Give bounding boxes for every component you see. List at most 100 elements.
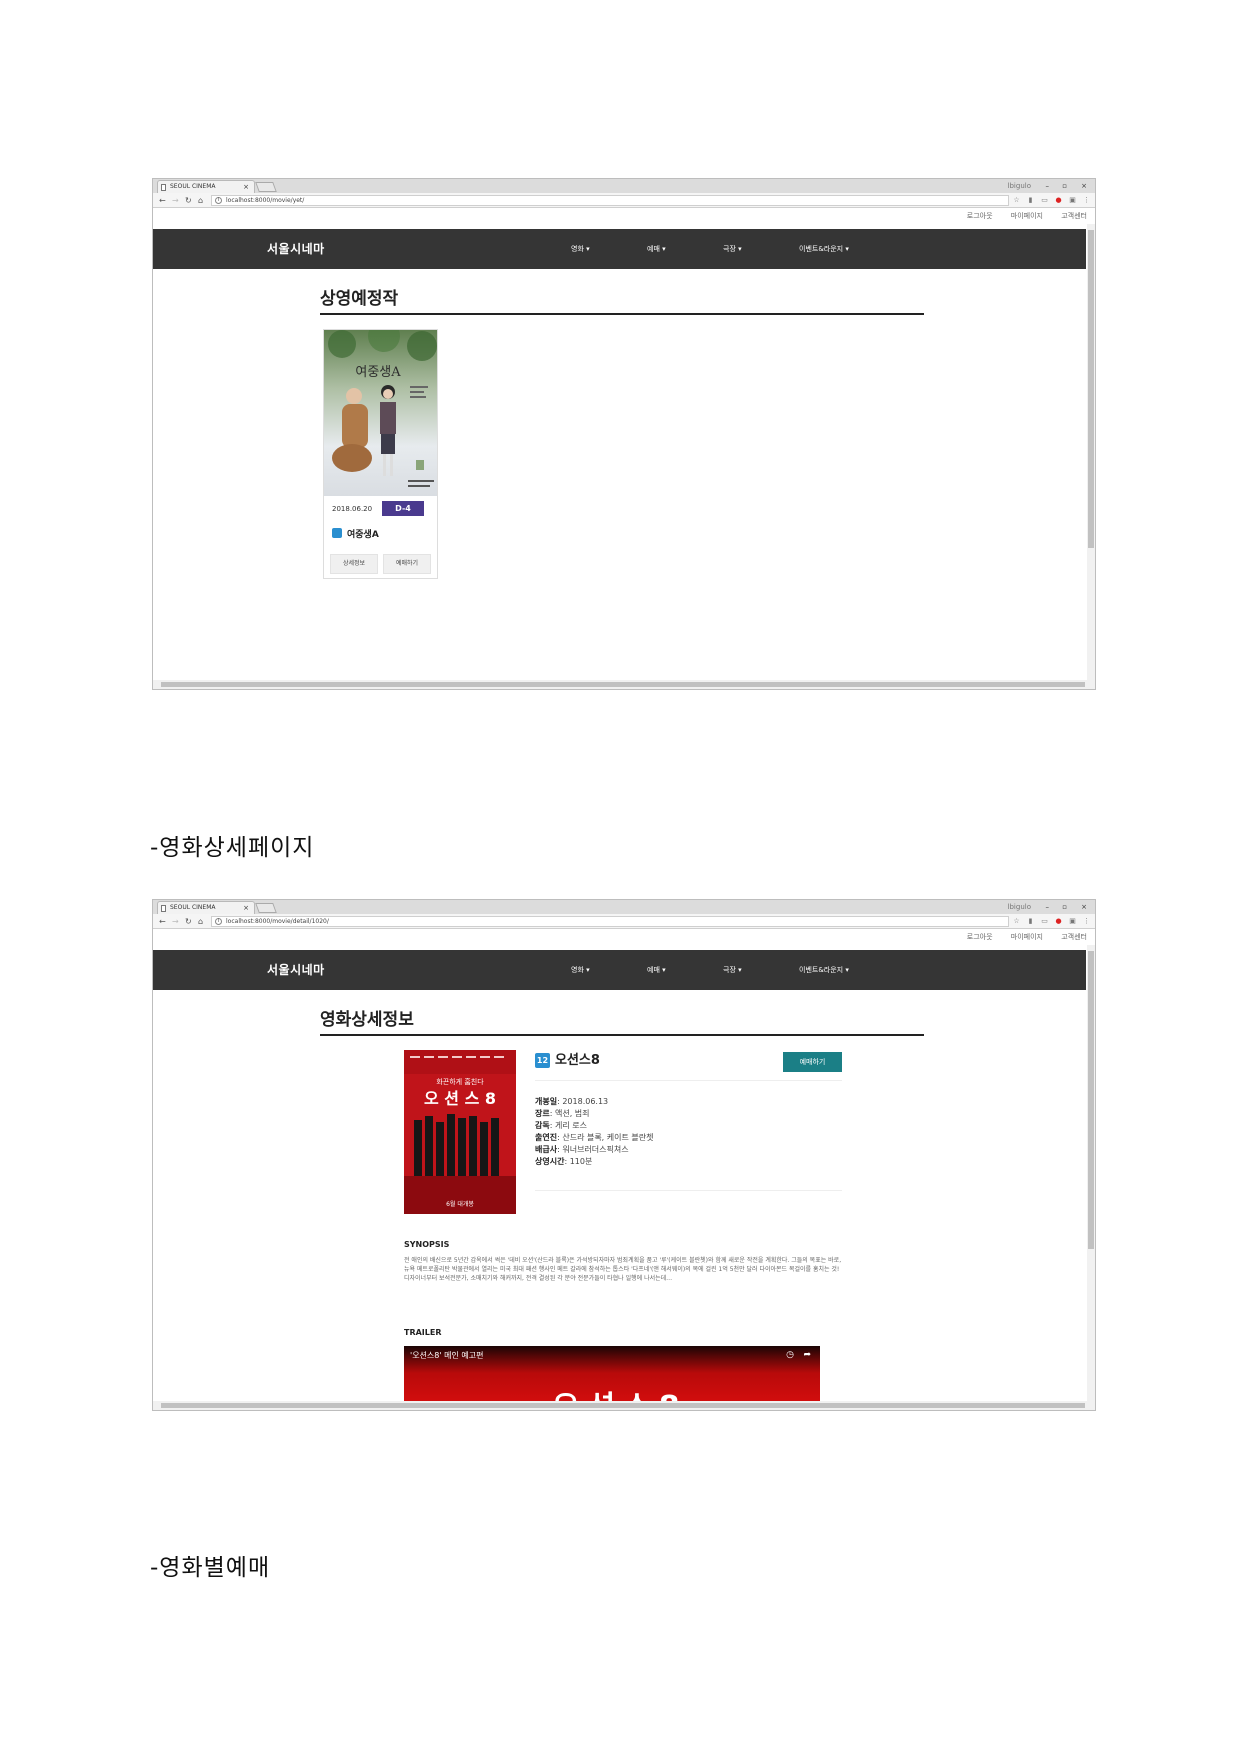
mypage-link[interactable]: 마이페이지 <box>1011 212 1043 220</box>
menu-theater[interactable]: 극장 ▾ <box>723 950 742 990</box>
movie-title[interactable]: 여중생A <box>332 528 379 542</box>
movie-poster[interactable]: 여중생A <box>324 330 437 496</box>
vertical-scrollbar[interactable] <box>1087 945 1095 1403</box>
page-title: 영화상세정보 <box>320 1008 924 1036</box>
movie-info-list: 개봉일: 2018.06.13 장르: 액션, 범죄 감독: 게리 로스 출연진… <box>535 1096 653 1168</box>
age-rating-badge: 12 <box>535 1053 550 1068</box>
browser-window-upcoming: SEOUL CINEMA × lbigulo – ▫ × ← → ↻ ⌂ i l… <box>152 178 1096 690</box>
utility-links: 로그아웃 마이페이지 고객센터 <box>951 208 1087 224</box>
restore-icon[interactable]: ▫ <box>1062 900 1067 914</box>
movie-poster: 화끈하게 훔친다 오 션 스 8 6월 대개봉 <box>404 1050 516 1214</box>
url-text: localhost:8000/movie/yet/ <box>226 197 305 204</box>
divider <box>535 1190 842 1191</box>
extension-icon[interactable]: ▭ <box>1040 195 1049 205</box>
detail-button[interactable]: 상세정보 <box>330 554 378 574</box>
address-bar-row: ← → ↻ ⌂ i localhost:8000/movie/detail/10… <box>153 914 1095 929</box>
info-row: 출연진: 산드라 블록, 케이트 블란쳇 <box>535 1133 654 1142</box>
menu-movie[interactable]: 영화 ▾ <box>571 229 590 269</box>
reload-icon[interactable]: ↻ <box>185 193 192 208</box>
home-icon[interactable]: ⌂ <box>198 914 203 929</box>
info-icon[interactable]: i <box>215 918 222 925</box>
menu-event-lounge[interactable]: 이벤트&라운지 ▾ <box>799 950 849 990</box>
info-row: 배급사: 워너브러더스픽쳐스 <box>535 1145 629 1154</box>
home-icon[interactable]: ⌂ <box>198 193 203 208</box>
bookmark-star-icon[interactable]: ☆ <box>1012 916 1021 926</box>
page-icon <box>161 905 166 912</box>
video-title[interactable]: '오션스8' 메인 예고편 <box>410 1351 483 1361</box>
minimize-icon[interactable]: – <box>1046 900 1050 914</box>
vertical-scrollbar[interactable] <box>1087 224 1095 682</box>
menu-dots-icon[interactable]: ⋮ <box>1082 195 1091 205</box>
movie-title: 12 오션스8 <box>535 1053 600 1069</box>
movie-title-text: 여중생A <box>347 530 379 540</box>
synopsis-heading: SYNOPSIS <box>404 1240 450 1249</box>
share-icon[interactable]: ➦ <box>803 1350 811 1360</box>
site-logo[interactable]: 서울시네마 <box>267 229 325 269</box>
url-input[interactable]: i localhost:8000/movie/yet/ <box>211 195 1009 206</box>
info-row: 개봉일: 2018.06.13 <box>535 1097 609 1106</box>
browser-window-detail: SEOUL CINEMA × lbigulo – ▫ × ← → ↻ ⌂ i l… <box>152 899 1096 1411</box>
extension-icon[interactable]: ▮ <box>1026 195 1035 205</box>
page-title: 상영예정작 <box>320 287 924 315</box>
movie-card[interactable]: 여중생A 2018.06.20 D-4 여중생A 상세정보 예매하기 <box>323 329 438 579</box>
minimize-icon[interactable]: – <box>1046 179 1050 193</box>
extension-icon[interactable]: ▭ <box>1040 916 1049 926</box>
reload-icon[interactable]: ↻ <box>185 914 192 929</box>
horizontal-scrollbar[interactable] <box>153 1401 1095 1410</box>
bookmark-star-icon[interactable]: ☆ <box>1012 195 1021 205</box>
page-icon <box>161 184 166 191</box>
info-row: 상영시간: 110분 <box>535 1157 593 1166</box>
reserve-button[interactable]: 예매하기 <box>383 554 431 574</box>
profile-name[interactable]: lbigulo <box>1008 179 1031 193</box>
menu-dots-icon[interactable]: ⋮ <box>1082 916 1091 926</box>
watch-later-icon[interactable]: ◷ <box>786 1350 794 1360</box>
browser-tab[interactable]: SEOUL CINEMA × <box>157 180 255 193</box>
poster-footer: 6월 대개봉 <box>446 1200 474 1208</box>
menu-event-lounge[interactable]: 이벤트&라운지 ▾ <box>799 229 849 269</box>
menu-reservation[interactable]: 예매 ▾ <box>647 229 666 269</box>
extension-icon[interactable]: ▣ <box>1068 916 1077 926</box>
extension-red-icon[interactable]: ● <box>1054 916 1063 926</box>
info-row: 감독: 게리 로스 <box>535 1121 587 1130</box>
menu-reservation[interactable]: 예매 ▾ <box>647 950 666 990</box>
movie-title-text: 오션스8 <box>555 1053 600 1068</box>
site-logo[interactable]: 서울시네마 <box>267 950 325 990</box>
poster-title-text: 여중생A <box>355 365 401 380</box>
dday-badge: D-4 <box>382 501 424 516</box>
extension-icon[interactable]: ▮ <box>1026 916 1035 926</box>
close-window-icon[interactable]: × <box>1081 179 1087 193</box>
trailer-heading: TRAILER <box>404 1328 442 1337</box>
info-icon[interactable]: i <box>215 197 222 204</box>
close-window-icon[interactable]: × <box>1081 900 1087 914</box>
main-navigation: 서울시네마 영화 ▾ 예매 ▾ 극장 ▾ 이벤트&라운지 ▾ <box>153 229 1086 269</box>
back-icon[interactable]: ← <box>159 914 166 929</box>
menu-theater[interactable]: 극장 ▾ <box>723 229 742 269</box>
poster-title: 오 션 스 8 <box>424 1089 496 1108</box>
close-tab-icon[interactable]: × <box>243 902 249 914</box>
horizontal-scrollbar[interactable] <box>153 680 1095 689</box>
close-tab-icon[interactable]: × <box>243 181 249 193</box>
back-icon[interactable]: ← <box>159 193 166 208</box>
mypage-link[interactable]: 마이페이지 <box>1011 933 1043 941</box>
forward-icon[interactable]: → <box>172 914 179 929</box>
url-input[interactable]: i localhost:8000/movie/detail/1020/ <box>211 916 1009 927</box>
restore-icon[interactable]: ▫ <box>1062 179 1067 193</box>
customer-center-link[interactable]: 고객센터 <box>1061 212 1087 220</box>
new-tab-button[interactable] <box>255 903 277 913</box>
extension-icon[interactable]: ▣ <box>1068 195 1077 205</box>
customer-center-link[interactable]: 고객센터 <box>1061 933 1087 941</box>
browser-tab[interactable]: SEOUL CINEMA × <box>157 901 255 914</box>
reserve-button[interactable]: 예매하기 <box>783 1052 842 1072</box>
profile-name[interactable]: lbigulo <box>1008 900 1031 914</box>
main-navigation: 서울시네마 영화 ▾ 예매 ▾ 극장 ▾ 이벤트&라운지 ▾ <box>153 950 1086 990</box>
extension-red-icon[interactable]: ● <box>1054 195 1063 205</box>
trailer-video[interactable]: '오션스8' 메인 예고편 ◷ ➦ 오션스8 <box>404 1346 820 1406</box>
logout-link[interactable]: 로그아웃 <box>967 212 993 220</box>
new-tab-button[interactable] <box>255 182 277 192</box>
tab-strip: SEOUL CINEMA × lbigulo – ▫ × <box>153 900 1095 914</box>
section-label-detail: -영화상세페이지 <box>150 835 315 861</box>
menu-movie[interactable]: 영화 ▾ <box>571 950 590 990</box>
url-text: localhost:8000/movie/detail/1020/ <box>226 918 329 925</box>
forward-icon[interactable]: → <box>172 193 179 208</box>
logout-link[interactable]: 로그아웃 <box>967 933 993 941</box>
